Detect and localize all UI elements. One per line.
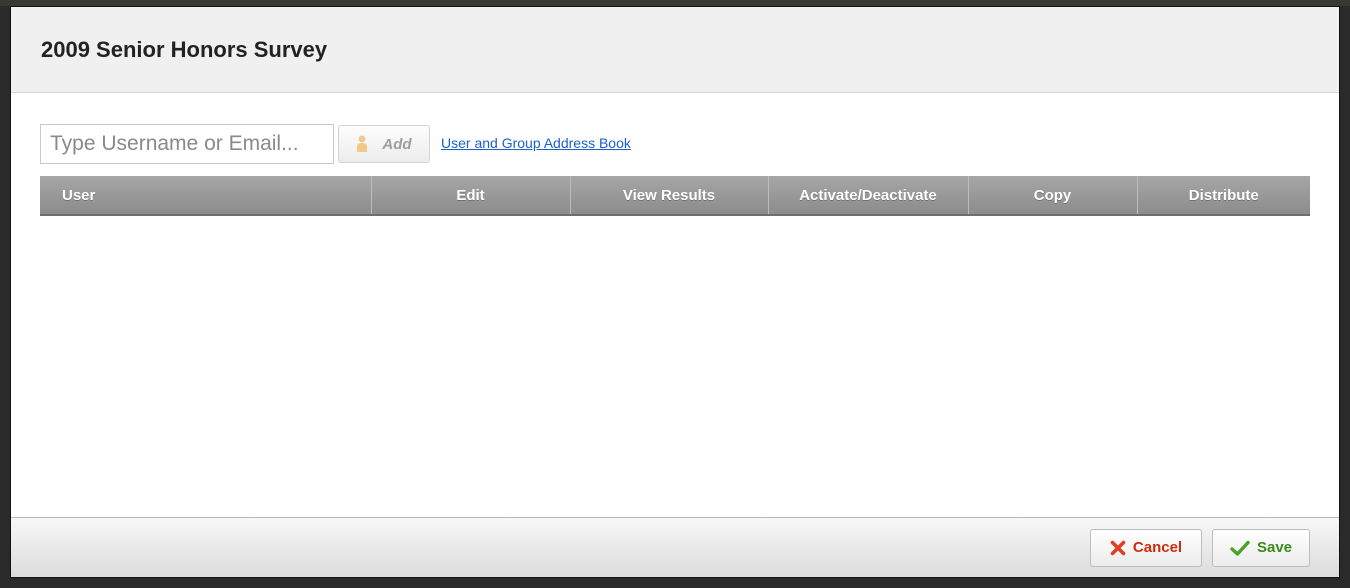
username-email-input[interactable] (40, 124, 334, 164)
add-button-label: Add (382, 135, 412, 153)
users-table: User Edit View Results Activate/Deactiva… (40, 176, 1310, 216)
dialog-header: 2009 Senior Honors Survey (11, 7, 1339, 93)
column-header-user[interactable]: User (40, 176, 372, 216)
save-button-label: Save (1256, 539, 1293, 556)
add-user-row: Add User and Group Address Book (40, 124, 1309, 164)
add-user-button[interactable]: Add (338, 125, 430, 163)
table-header-row: User Edit View Results Activate/Deactiva… (40, 176, 1310, 216)
column-header-copy[interactable]: Copy (968, 176, 1138, 216)
share-survey-dialog: 2009 Senior Honors Survey Add User and G… (10, 6, 1340, 578)
column-header-distribute[interactable]: Distribute (1137, 176, 1310, 216)
address-book-link[interactable]: User and Group Address Book (441, 135, 631, 151)
column-header-edit[interactable]: Edit (371, 176, 571, 216)
column-header-view-results[interactable]: View Results (570, 176, 769, 216)
dialog-footer: Cancel Save (11, 517, 1339, 577)
cancel-button[interactable]: Cancel (1090, 528, 1202, 567)
x-icon (1110, 540, 1126, 555)
save-button[interactable]: Save (1212, 528, 1310, 567)
checkmark-icon (1230, 540, 1250, 556)
dialog-title: 2009 Senior Honors Survey (41, 36, 328, 62)
person-icon (357, 135, 368, 152)
dialog-body: Add User and Group Address Book User Edi… (11, 93, 1339, 517)
cancel-button-label: Cancel (1132, 539, 1183, 556)
column-header-activate-deactivate[interactable]: Activate/Deactivate (768, 176, 969, 216)
